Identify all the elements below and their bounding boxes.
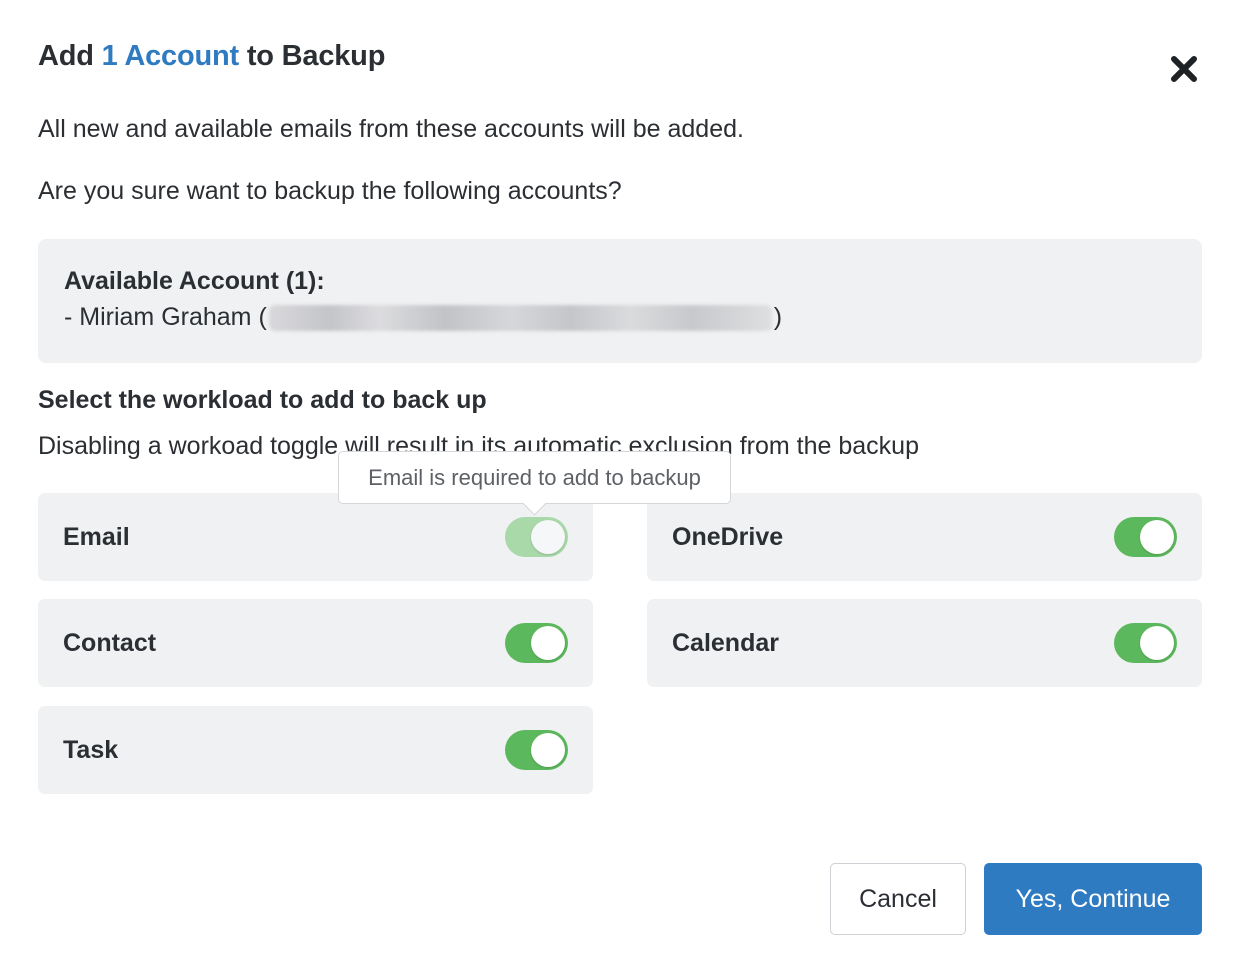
toggle-knob xyxy=(531,520,565,554)
title-prefix: Add xyxy=(38,40,94,72)
task-toggle[interactable] xyxy=(505,730,568,770)
title-count: 1 xyxy=(101,40,118,72)
available-accounts-box: Available Account (1): - Miriam Graham (… xyxy=(38,239,1202,363)
dialog-title: Add 1 Account to Backup xyxy=(38,40,385,73)
toggle-knob xyxy=(1140,626,1174,660)
add-account-dialog: Add 1 Account to Backup All new and avai… xyxy=(0,0,1246,968)
workload-card-task: Task xyxy=(38,706,593,794)
workload-label: OneDrive xyxy=(672,523,784,551)
workload-label: Task xyxy=(63,736,119,764)
workload-label: Calendar xyxy=(672,629,779,657)
workload-card-calendar: Calendar xyxy=(647,599,1202,687)
continue-button[interactable]: Yes, Continue xyxy=(984,863,1202,935)
workload-label: Email xyxy=(63,523,130,551)
toggle-knob xyxy=(531,733,565,767)
email-toggle[interactable] xyxy=(505,517,568,557)
redacted-email xyxy=(268,304,772,331)
workload-label: Contact xyxy=(63,629,157,657)
calendar-toggle[interactable] xyxy=(1114,623,1177,663)
contact-toggle[interactable] xyxy=(505,623,568,663)
toggle-knob xyxy=(1140,520,1174,554)
available-accounts-heading: Available Account (1): xyxy=(64,267,325,295)
workload-card-onedrive: OneDrive xyxy=(647,493,1202,581)
account-name: - Miriam Graham ( xyxy=(64,303,267,331)
workload-card-contact: Contact xyxy=(38,599,593,687)
title-accent-word: Account xyxy=(124,40,239,72)
cancel-button[interactable]: Cancel xyxy=(830,863,966,935)
confirm-question: Are you sure want to backup the followin… xyxy=(38,177,622,205)
close-button[interactable] xyxy=(1165,50,1203,88)
toggle-knob xyxy=(531,626,565,660)
account-item: - Miriam Graham ( ) xyxy=(64,303,782,332)
info-message: All new and available emails from these … xyxy=(38,115,744,143)
workload-section-title: Select the workload to add to back up xyxy=(38,386,487,414)
close-icon xyxy=(1171,56,1197,82)
email-required-tooltip: Email is required to add to backup xyxy=(338,451,731,516)
onedrive-toggle[interactable] xyxy=(1114,517,1177,557)
account-suffix: ) xyxy=(773,303,783,331)
workload-card-email: Email xyxy=(38,493,593,581)
title-suffix: to Backup xyxy=(246,40,386,72)
